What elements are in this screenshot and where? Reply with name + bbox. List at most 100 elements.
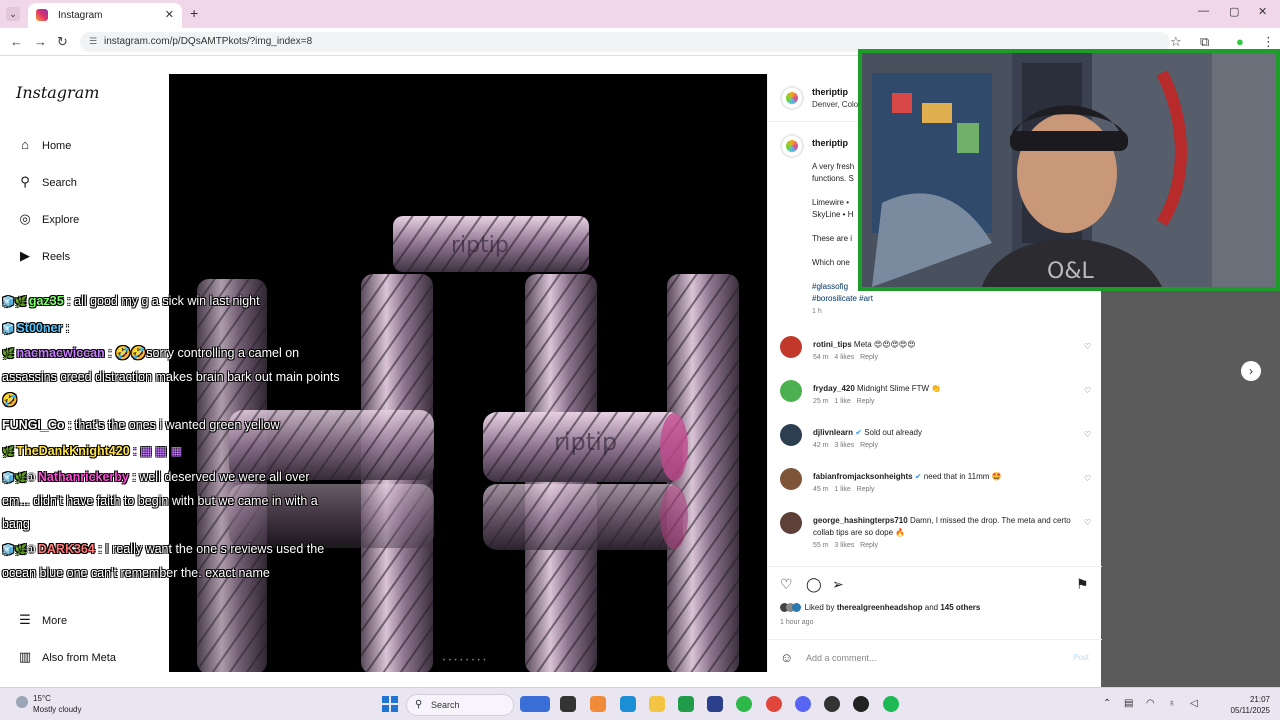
edge-icon[interactable]	[620, 696, 636, 712]
comment-user[interactable]: rotini_tips	[813, 340, 852, 349]
reply-link[interactable]: Reply	[860, 442, 878, 449]
comment-text: george_hashingterps710 Damn, I missed th…	[813, 515, 1083, 539]
bookmark-icon[interactable]: ⚑	[1076, 576, 1089, 593]
windows-start-icon[interactable]	[382, 696, 398, 712]
tray-chevron-icon[interactable]: ⌃	[1103, 698, 1111, 709]
avatar[interactable]	[780, 468, 802, 490]
reload-icon[interactable]: ↻	[57, 34, 68, 50]
clock-time: 21:07	[1249, 695, 1270, 704]
comment-user[interactable]: djlivnlearn	[813, 428, 853, 437]
copilot-icon[interactable]	[590, 696, 606, 712]
comment-user[interactable]: fabianfromjacksonheights	[813, 472, 913, 481]
chat-badge-icon: 🌿	[2, 447, 15, 458]
comment-item: george_hashingterps710 Damn, I missed th…	[780, 512, 1100, 562]
caption-line: SkyLine • H	[812, 210, 854, 219]
forward-icon[interactable]: →	[34, 34, 47, 49]
sidebar-item-also-from-meta[interactable]: ▥ Also from Meta	[16, 649, 116, 665]
store-icon[interactable]	[707, 696, 723, 712]
caption-author[interactable]: theriptip	[812, 138, 848, 148]
like-comment-icon[interactable]: ♡	[1084, 342, 1091, 351]
task-view-icon[interactable]	[560, 696, 576, 712]
taskbar-search-input[interactable]: ⚲ Search	[406, 694, 514, 716]
sidebar-item-search[interactable]: ⚲ Search	[16, 174, 77, 190]
comment-meta: 25 m 1 like Reply	[813, 398, 875, 405]
like-comment-icon[interactable]: ♡	[1084, 474, 1091, 483]
new-tab-button[interactable]: +	[190, 5, 198, 21]
share-icon[interactable]: ➢	[832, 576, 844, 593]
liked-others-link[interactable]: 145 others	[940, 603, 980, 612]
close-window-icon[interactable]: ✕	[1258, 5, 1267, 18]
volume-icon[interactable]: ◁	[1190, 698, 1198, 709]
hashtag-link[interactable]: #borosilicate #art	[812, 294, 873, 303]
comment-likes[interactable]: 4 likes	[834, 354, 854, 361]
avatar[interactable]	[780, 336, 802, 358]
instagram-logo[interactable]: Instagram	[16, 83, 99, 102]
back-icon[interactable]: ←	[10, 34, 23, 49]
like-comment-icon[interactable]: ♡	[1084, 518, 1091, 527]
heart-icon[interactable]: ♡	[780, 576, 793, 593]
hashtag-link[interactable]: #glassofig	[812, 282, 848, 291]
post-comment-button[interactable]: Post	[1073, 653, 1089, 662]
reply-link[interactable]: Reply	[860, 354, 878, 361]
emoji-icon[interactable]: ☺	[780, 650, 793, 665]
reply-link[interactable]: Reply	[857, 486, 875, 493]
like-comment-icon[interactable]: ♡	[1084, 430, 1091, 439]
sidebar-item-label: Search	[42, 177, 77, 189]
chat-username: gaz35	[28, 294, 64, 308]
spotify-icon[interactable]	[883, 696, 899, 712]
carousel-dots[interactable]: • • • • • • • •	[443, 658, 486, 664]
excel-icon[interactable]	[678, 696, 694, 712]
tab-instagram[interactable]: Instagram ✕	[28, 3, 182, 28]
avatar[interactable]	[780, 380, 802, 402]
minimize-icon[interactable]: —	[1198, 5, 1209, 17]
obs-icon[interactable]	[853, 696, 869, 712]
xbox-icon[interactable]	[824, 696, 840, 712]
widgets-icon[interactable]	[520, 696, 550, 712]
avatar[interactable]	[780, 424, 802, 446]
comment-likes[interactable]: 1 like	[834, 398, 850, 405]
comment-likes[interactable]: 3 likes	[834, 442, 854, 449]
sidebar-item-home[interactable]: ⌂ Home	[16, 137, 71, 152]
avatar[interactable]	[780, 512, 802, 534]
next-arrow-icon[interactable]: ›	[1241, 361, 1261, 381]
file-explorer-icon[interactable]	[649, 696, 665, 712]
browser-tab-strip: ⌄ Instagram ✕ + — ▢ ✕	[0, 0, 1280, 28]
sidebar-item-more[interactable]: ☰ More	[16, 612, 67, 628]
discord-icon[interactable]	[795, 696, 811, 712]
weather-cloud-icon[interactable]	[16, 696, 28, 708]
reply-link[interactable]: Reply	[857, 398, 875, 405]
close-tab-icon[interactable]: ✕	[165, 8, 174, 21]
avatar[interactable]	[780, 86, 804, 110]
comment-text: fabianfromjacksonheights ✔ need that in …	[813, 471, 1083, 483]
weather-widget[interactable]: 15°C Mostly cloudy	[33, 693, 81, 715]
site-info-icon[interactable]: ☰	[89, 36, 97, 47]
chat-text: : all good my g a sick win last night	[67, 294, 260, 308]
comment-user[interactable]: fryday_420	[813, 384, 855, 393]
comment-input[interactable]: Add a comment...	[806, 653, 877, 663]
network-icon[interactable]: ▤	[1124, 698, 1133, 709]
avatar[interactable]	[780, 134, 804, 158]
profile-icon[interactable]: ●	[1236, 34, 1244, 49]
comment-likes[interactable]: 1 like	[834, 486, 850, 493]
chrome-icon[interactable]	[766, 696, 782, 712]
sidebar-item-reels[interactable]: ▶ Reels	[16, 248, 70, 264]
maximize-icon[interactable]: ▢	[1229, 5, 1239, 18]
taskbar-clock[interactable]: 21:07 05/11/2025	[1222, 694, 1270, 716]
webcam-overlay: O&L	[858, 49, 1280, 291]
sidebar-item-explore[interactable]: ◎ Explore	[16, 211, 79, 227]
chat-badge-icon: 🧊🌿①	[2, 545, 36, 556]
liked-by-user[interactable]: therealgreenheadshop	[837, 603, 923, 612]
microphone-icon[interactable]: ♁	[1168, 698, 1176, 709]
comment-icon[interactable]: ◯	[806, 576, 822, 593]
extensions-icon[interactable]: ⧉	[1200, 34, 1209, 50]
comment-user[interactable]: george_hashingterps710	[813, 516, 908, 525]
whatsapp-icon[interactable]	[736, 696, 752, 712]
post-author[interactable]: theriptip	[812, 87, 848, 97]
wifi-icon[interactable]: ◠	[1146, 698, 1155, 709]
comment-likes[interactable]: 3 likes	[834, 542, 854, 549]
bookmark-star-icon[interactable]: ☆	[1170, 34, 1182, 50]
reply-link[interactable]: Reply	[860, 542, 878, 549]
tab-search-icon[interactable]: ⌄	[6, 7, 20, 21]
like-comment-icon[interactable]: ♡	[1084, 386, 1091, 395]
menu-kebab-icon[interactable]: ⋮	[1262, 34, 1275, 50]
